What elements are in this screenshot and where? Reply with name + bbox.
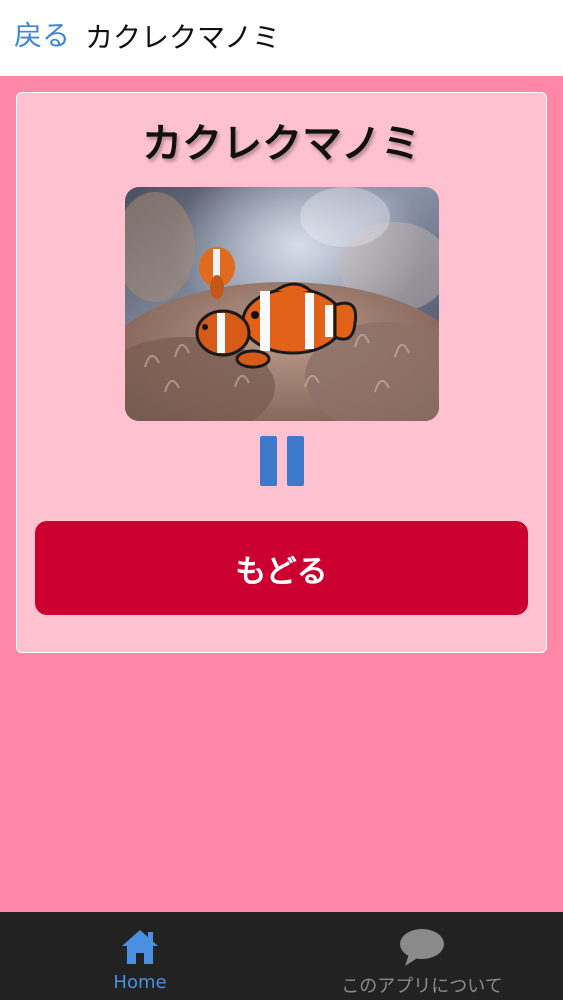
tab-home-label: Home: [113, 972, 167, 993]
content-card: カクレクマノミ もどる: [16, 92, 547, 653]
tab-about-app-label: このアプリについて: [341, 976, 503, 997]
back-button[interactable]: もどる: [35, 521, 528, 615]
tab-about-app[interactable]: このアプリについて: [321, 912, 523, 1000]
app-header: 戻る カクレクマノミ: [0, 0, 563, 76]
back-link[interactable]: 戻る: [14, 14, 70, 54]
tab-home[interactable]: Home: [70, 912, 210, 1000]
pause-button[interactable]: [260, 436, 304, 486]
pause-icon-bar: [287, 436, 304, 486]
speech-bubble-icon: [399, 928, 445, 972]
home-icon: [120, 928, 160, 970]
bottom-tab-bar: Home このアプリについて: [0, 912, 563, 1000]
card-title: カクレクマノミ: [142, 121, 421, 167]
pause-icon: [260, 436, 277, 486]
clownfish-photo: [125, 187, 439, 421]
page-title: カクレクマノミ: [85, 21, 281, 54]
